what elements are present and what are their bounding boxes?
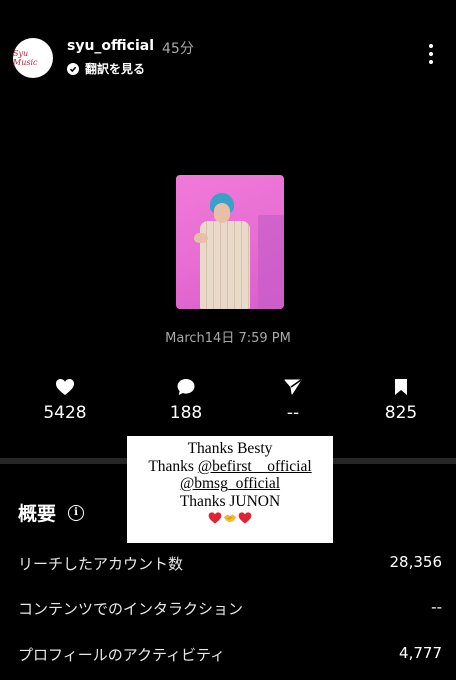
saves-count: 825 [384, 403, 418, 423]
metric-row-interactions[interactable]: コンテンツでのインタラクション -- [18, 598, 442, 619]
metric-label: プロフィールのアクティビティ [18, 646, 226, 664]
translate-button[interactable]: 翻訳を見る [67, 60, 145, 77]
story-thumbnail[interactable] [176, 175, 284, 309]
avatar-logo-text: Syu Music [13, 49, 38, 67]
comment-icon [177, 379, 195, 395]
metric-label: コンテンツでのインタラクション [18, 600, 244, 618]
comments-count: 188 [169, 403, 203, 423]
bookmark-icon [395, 379, 407, 395]
info-icon[interactable]: i [68, 504, 85, 521]
sticker-line-1: Thanks Besty [187, 440, 273, 457]
mention-bmsg[interactable]: @bmsg_official [180, 475, 280, 492]
sticker-line-2: Thanks @befirst__official [127, 458, 333, 476]
stat-saves: 825 [366, 378, 436, 423]
red-heart-icon [208, 512, 222, 524]
likes-count: 5428 [43, 403, 87, 423]
text-sticker: Thanks Besty Thanks @befirst__official @… [127, 436, 333, 543]
heart-icon [56, 379, 74, 395]
metric-row-profile-activity[interactable]: プロフィールのアクティビティ 4,777 [18, 644, 442, 665]
translate-label: 翻訳を見る [85, 62, 146, 76]
overview-header: 概要 i [18, 499, 85, 526]
post-time: 45分 [162, 41, 194, 57]
metric-label: リーチしたアカウント数 [18, 555, 184, 573]
metric-value: 4,777 [399, 644, 442, 662]
stat-comments: 188 [151, 378, 221, 423]
stat-likes: 5428 [30, 378, 100, 423]
sticker-line-4: Thanks JUNON [179, 492, 281, 510]
more-options-icon[interactable] [426, 44, 436, 68]
metric-value: -- [431, 598, 442, 616]
metric-value: 28,356 [389, 553, 443, 571]
sticker-thanks: Thanks [148, 457, 198, 475]
red-heart-icon [238, 512, 252, 524]
send-icon [284, 379, 302, 395]
username[interactable]: syu_official [67, 38, 154, 54]
story-date: March14日 7:59 PM [165, 331, 291, 346]
overview-title: 概要 [18, 503, 57, 525]
shares-count: -- [286, 403, 300, 423]
stat-shares: -- [258, 378, 328, 423]
sticker-emoji [127, 511, 333, 525]
profile-avatar[interactable]: Syu Music [13, 38, 53, 78]
mention-befirst[interactable]: @befirst__official [198, 458, 312, 475]
handshake-icon [223, 514, 237, 523]
translate-icon [67, 62, 79, 75]
metric-row-reach[interactable]: リーチしたアカウント数 28,356 [18, 553, 442, 574]
